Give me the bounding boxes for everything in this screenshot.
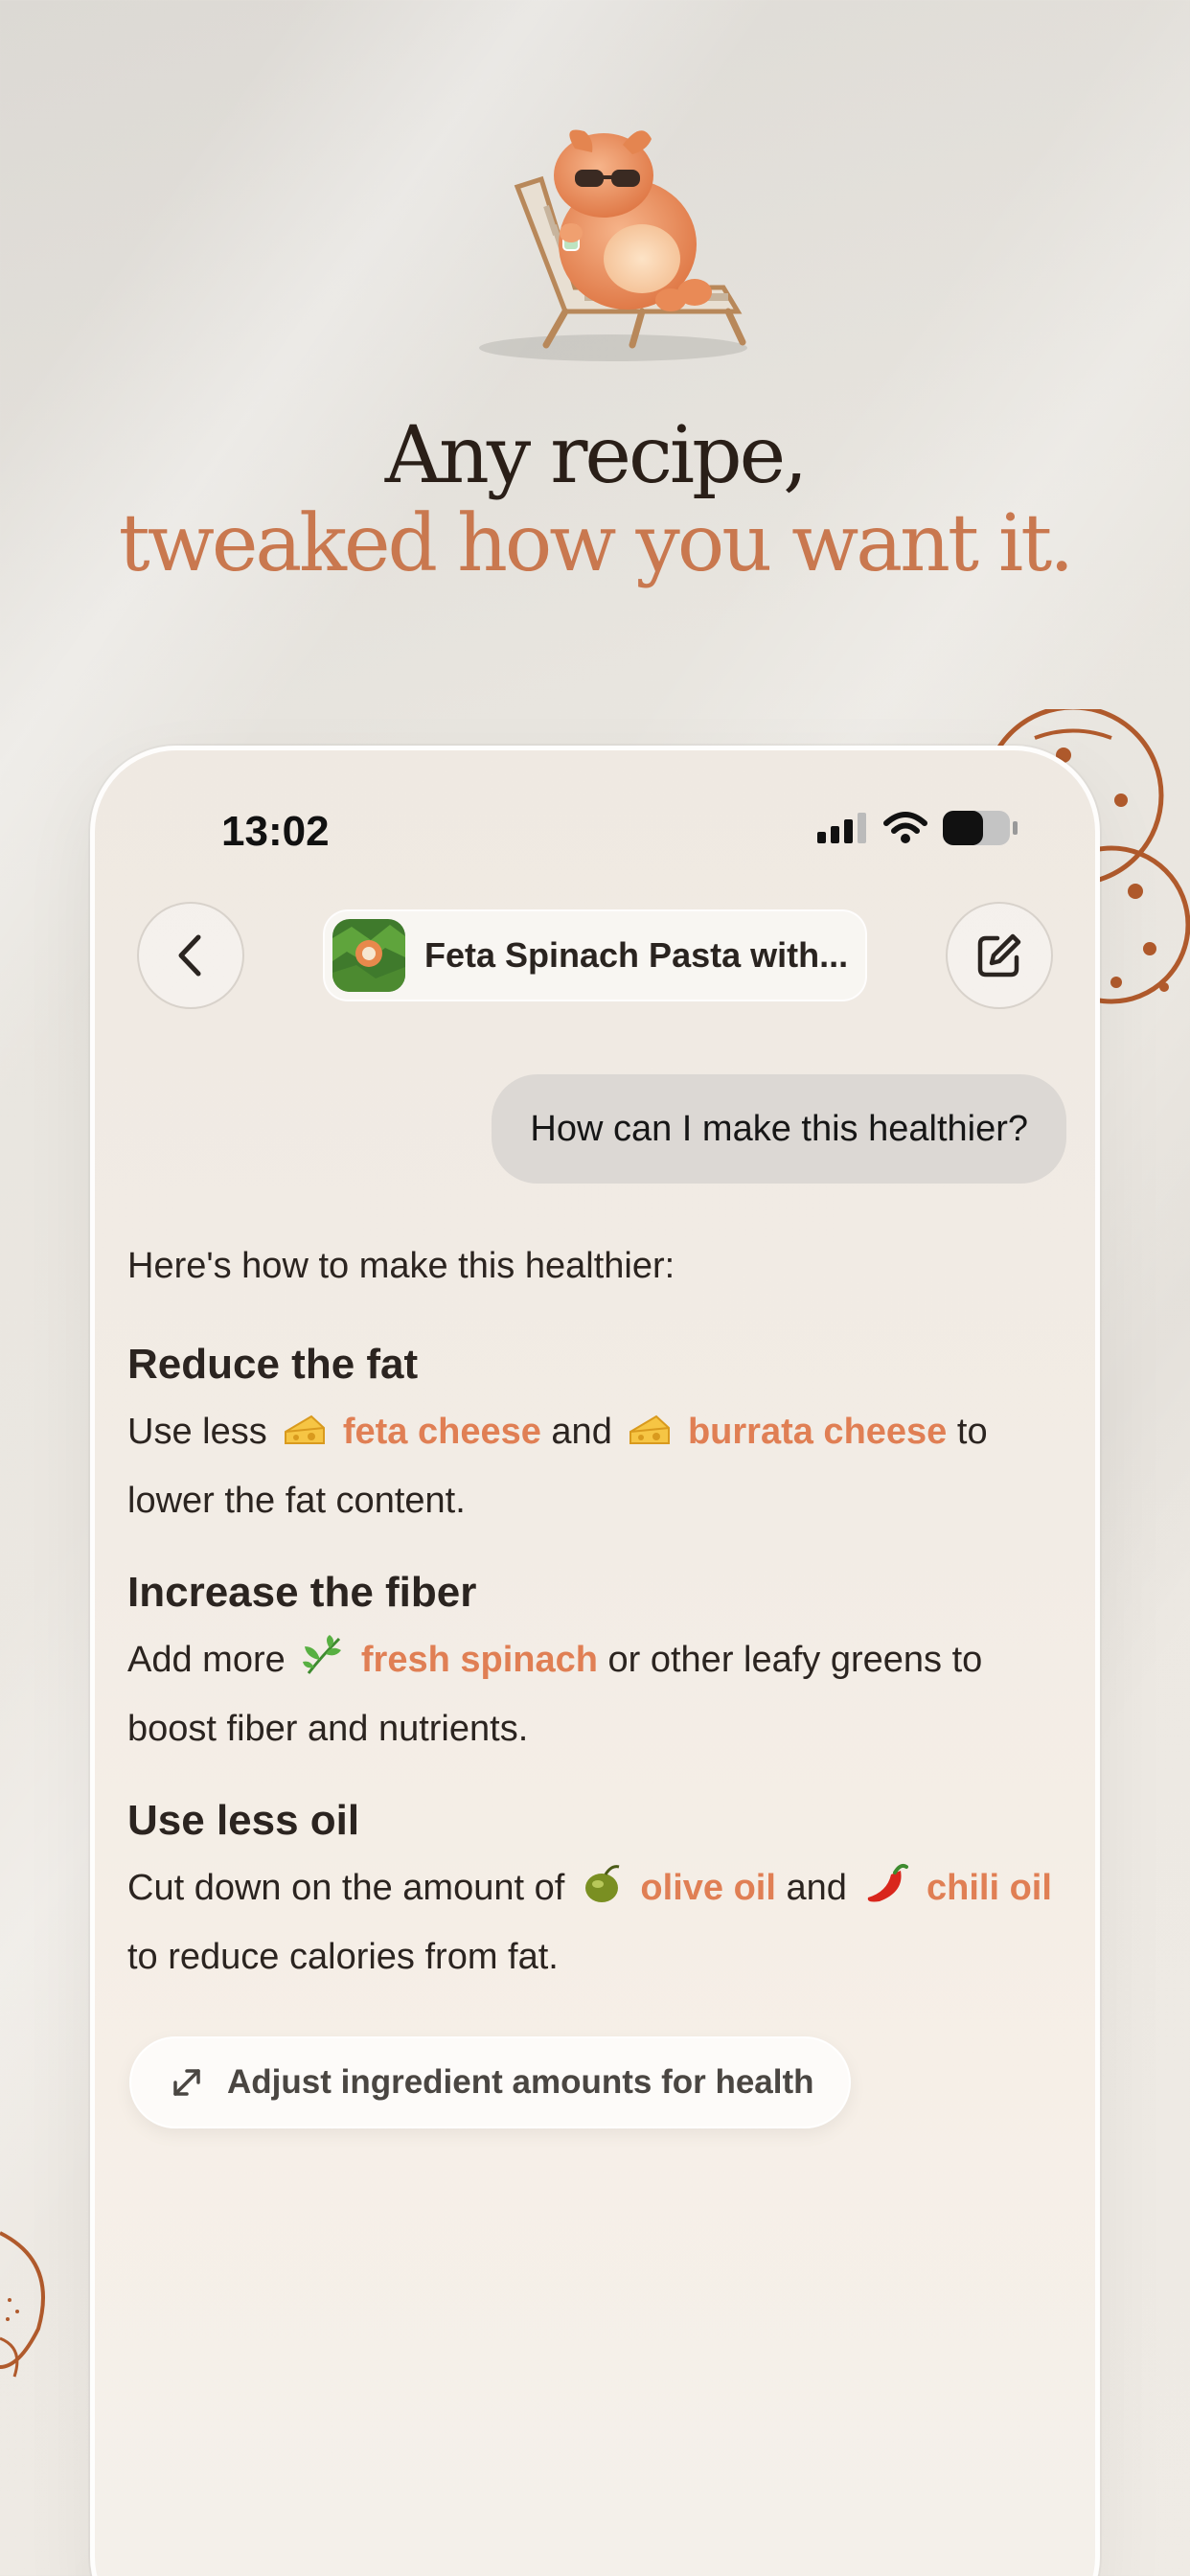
tip-body: Add more fresh spinach or other leafy gr… [127, 1628, 1066, 1760]
tip-text: Use less [127, 1412, 267, 1452]
expand-arrows-icon [173, 2069, 200, 2096]
recipe-chat-nav: Feta Spinach Pasta with... [95, 902, 1095, 1009]
mascot-lounge-chair-illustration [479, 129, 747, 361]
user-message-text: How can I make this healthier? [530, 1108, 1028, 1149]
status-icons [817, 810, 1018, 846]
recipe-title-pill[interactable]: Feta Spinach Pasta with... [323, 909, 867, 1001]
tip-title: Increase the fiber [127, 1569, 477, 1616]
tip-title: Reduce the fat [127, 1341, 419, 1388]
tip-text: and [551, 1412, 612, 1452]
tip-text: to reduce calories from fat. [127, 1937, 559, 1977]
back-button[interactable] [137, 902, 244, 1009]
new-chat-button[interactable] [946, 902, 1053, 1009]
recipe-thumbnail [332, 919, 405, 992]
chevron-left-icon [178, 934, 201, 977]
tip-section: Use less oil Cut down on the amount of o… [127, 1793, 1066, 1989]
tip-body: Use less feta cheese and burrata cheese … [127, 1400, 1066, 1532]
chili-pepper-icon [862, 1862, 910, 1925]
cellular-signal-icon [817, 813, 866, 843]
tip-title: Use less oil [127, 1797, 360, 1844]
headline-line-1: Any recipe, [384, 410, 808, 501]
tip-text: Cut down on the amount of [127, 1868, 565, 1908]
suggestion-label: Adjust ingredient amounts for health [227, 2063, 814, 2101]
olive-icon [581, 1862, 625, 1925]
ingredient-link[interactable]: olive oil [640, 1868, 775, 1908]
tip-text: and [786, 1868, 847, 1908]
response-intro: Here's how to make this healthier: [127, 1246, 675, 1286]
ingredient-link[interactable]: fresh spinach [361, 1640, 598, 1680]
ingredient-link[interactable]: burrata cheese [688, 1412, 947, 1452]
assistant-response: Here's how to make this healthier: Reduc… [127, 1237, 1066, 2021]
tip-section: Increase the fiber Add more fresh spinac… [127, 1565, 1066, 1760]
suggestion-chip[interactable]: Adjust ingredient amounts for health [129, 2036, 851, 2128]
status-time: 13:02 [221, 808, 330, 855]
status-bar: 13:02 [95, 750, 1095, 865]
phone-mockup: 13:02 Feta Spinach Pasta with... How can… [90, 746, 1100, 2576]
tip-body: Cut down on the amount of olive oil and … [127, 1856, 1066, 1989]
ingredient-link[interactable]: chili oil [927, 1868, 1052, 1908]
hero-headline: Any recipe, tweaked how you want it. [0, 412, 1190, 588]
cheese-icon [283, 1406, 327, 1469]
headline-line-2: tweaked how you want it. [118, 498, 1074, 589]
compose-icon [977, 933, 1021, 978]
bread-illustration [0, 2231, 45, 2378]
cheese-icon [628, 1406, 672, 1469]
battery-icon [943, 811, 1018, 845]
wifi-icon [883, 812, 927, 843]
herb-icon [301, 1634, 345, 1697]
ingredient-link[interactable]: feta cheese [343, 1412, 541, 1452]
recipe-title: Feta Spinach Pasta with... [424, 935, 849, 975]
tip-section: Reduce the fat Use less feta cheese and … [127, 1337, 1066, 1532]
user-message-bubble: How can I make this healthier? [492, 1074, 1066, 1184]
tip-text: Add more [127, 1640, 286, 1680]
